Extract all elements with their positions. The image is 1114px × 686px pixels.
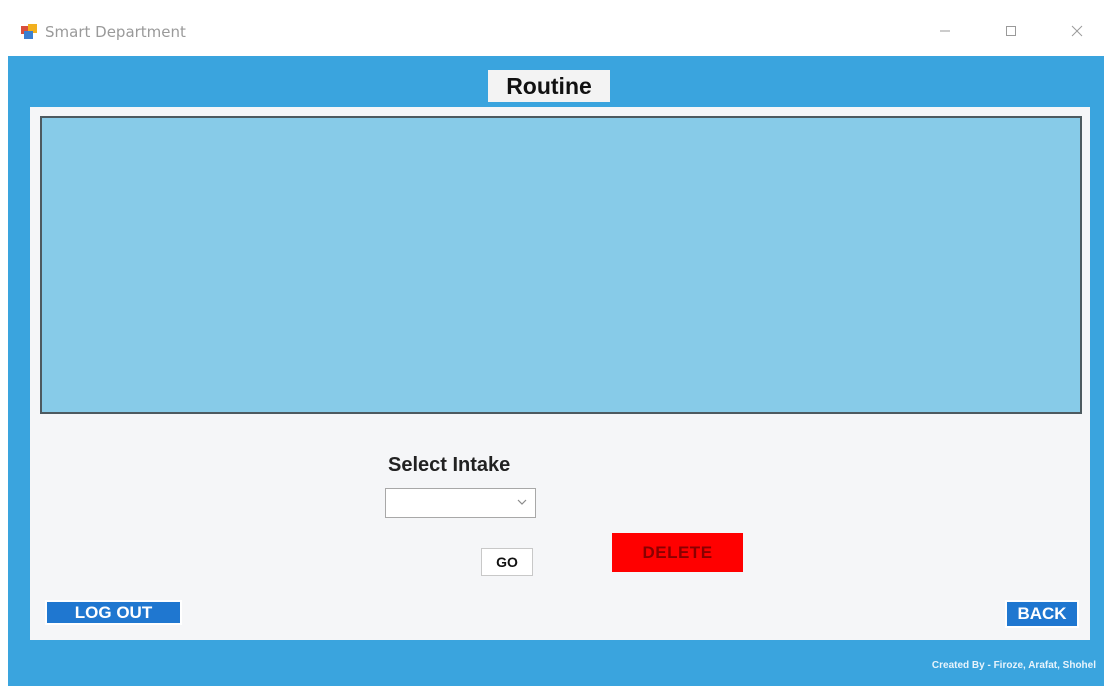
close-icon bbox=[1071, 25, 1083, 37]
page-title: Routine bbox=[488, 70, 610, 102]
delete-button[interactable]: DELETE bbox=[612, 533, 743, 572]
chevron-down-icon bbox=[517, 499, 527, 505]
app-window-icon bbox=[21, 24, 37, 39]
logout-button[interactable]: LOG OUT bbox=[45, 600, 182, 625]
minimize-button[interactable] bbox=[925, 14, 965, 48]
routine-data-grid[interactable] bbox=[40, 116, 1082, 414]
credits-text: Created By - Firoze, Arafat, Shohel bbox=[931, 660, 1096, 671]
maximize-icon bbox=[1006, 26, 1016, 36]
minimize-icon bbox=[940, 30, 950, 32]
intake-dropdown[interactable] bbox=[385, 488, 536, 518]
maximize-button[interactable] bbox=[991, 14, 1031, 48]
close-button[interactable] bbox=[1057, 14, 1097, 48]
select-intake-label: Select Intake bbox=[388, 454, 511, 476]
go-button[interactable]: GO bbox=[481, 548, 533, 576]
back-button[interactable]: BACK bbox=[1005, 600, 1079, 628]
window-title: Smart Department bbox=[45, 23, 186, 41]
title-bar: Smart Department bbox=[0, 0, 1114, 56]
